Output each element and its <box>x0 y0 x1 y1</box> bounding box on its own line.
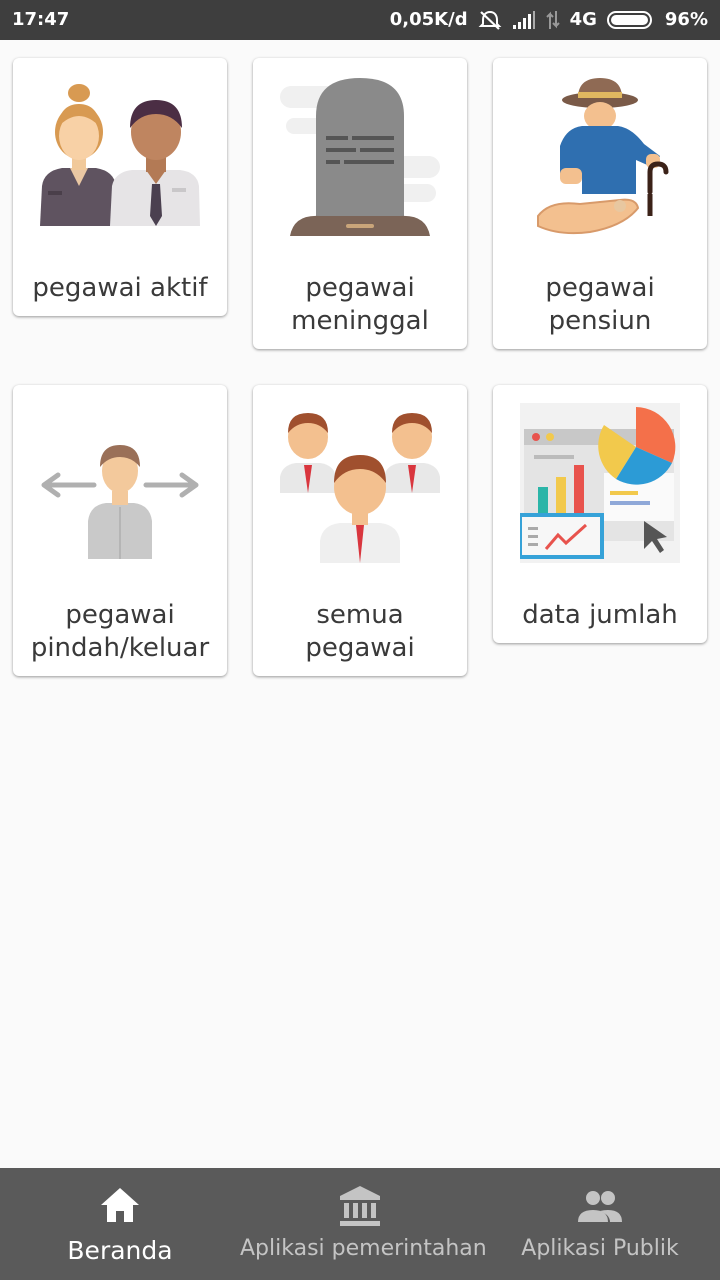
nav-label: Aplikasi pemerintahan <box>240 1236 487 1261</box>
government-building-icon <box>338 1184 382 1228</box>
home-icon <box>98 1184 142 1228</box>
tile-label: pegawai aktif <box>32 273 208 303</box>
tile-pegawai-meninggal[interactable]: pegawai meninggal <box>253 58 467 349</box>
bottom-navigation: Beranda Aplikasi pemerintahan Aplikasi P… <box>0 1168 720 1280</box>
status-bar: 17:47 0,05K/d 4G 96% <box>0 0 720 40</box>
tile-label: pegawai meninggal <box>291 273 429 336</box>
tile-pegawai-pensiun[interactable]: pegawai pensiun <box>493 58 707 349</box>
tile-label: pegawai pindah/keluar <box>30 600 210 663</box>
people-icon <box>578 1184 622 1228</box>
tile-pegawai-aktif[interactable]: pegawai aktif <box>13 58 227 316</box>
data-arrows-icon <box>545 11 560 29</box>
tile-label: semua pegawai <box>305 600 415 663</box>
nav-item-beranda[interactable]: Beranda <box>0 1168 240 1280</box>
tile-label: pegawai pensiun <box>545 273 655 336</box>
transfer-employee-icon <box>40 403 200 563</box>
nav-label: Beranda <box>67 1236 173 1265</box>
nav-item-aplikasi-pemerintahan[interactable]: Aplikasi pemerintahan <box>240 1168 487 1280</box>
tile-pegawai-pindah-keluar[interactable]: pegawai pindah/keluar <box>13 385 227 676</box>
tile-label: data jumlah <box>522 600 678 630</box>
active-employees-icon <box>40 76 200 236</box>
status-indicators: 0,05K/d 4G 96% <box>390 9 708 31</box>
alarm-off-icon <box>478 10 502 30</box>
status-time: 17:47 <box>12 9 70 30</box>
battery-icon <box>606 11 652 29</box>
battery-level: 96% <box>664 9 708 30</box>
network-type: 4G <box>569 9 597 30</box>
nav-label: Aplikasi Publik <box>521 1236 679 1261</box>
network-speed: 0,05K/d <box>389 9 468 30</box>
tile-semua-pegawai[interactable]: semua pegawai <box>253 385 467 676</box>
signal-icon <box>512 11 535 29</box>
nav-item-aplikasi-publik[interactable]: Aplikasi Publik <box>480 1168 720 1280</box>
retiree-icon <box>520 76 680 236</box>
tile-data-jumlah[interactable]: data jumlah <box>493 385 707 643</box>
all-employees-icon <box>280 403 440 563</box>
data-dashboard-icon <box>520 403 680 563</box>
tombstone-icon <box>280 76 440 236</box>
